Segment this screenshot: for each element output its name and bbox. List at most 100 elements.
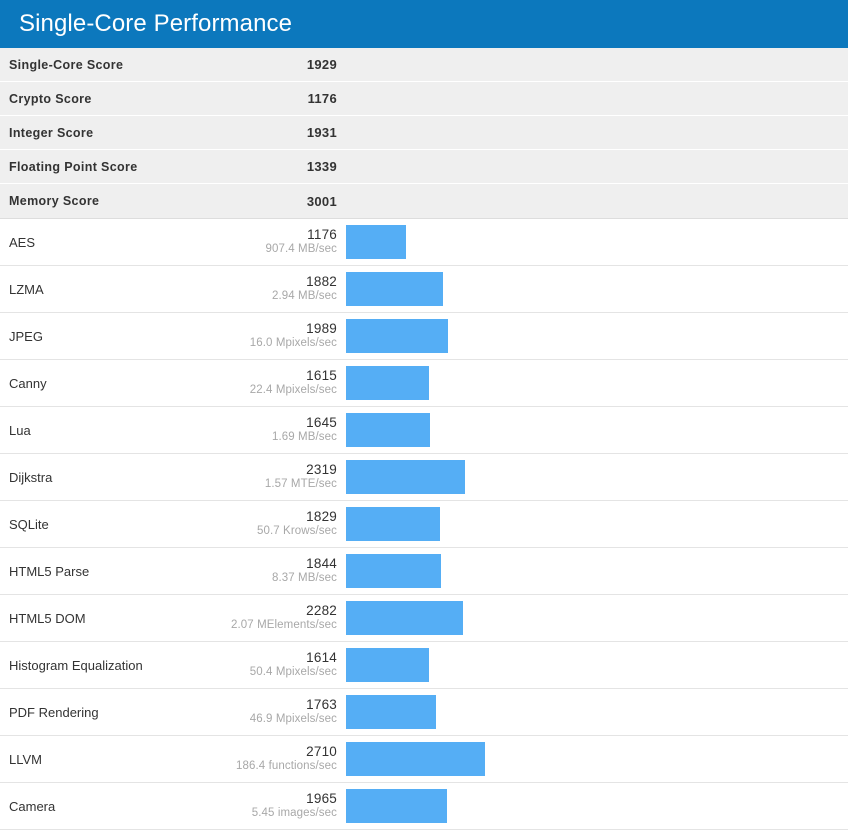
benchmark-score: 1829 (306, 509, 337, 525)
summary-row-value: 3001 (306, 193, 337, 209)
benchmark-rate: 8.37 MB/sec (271, 572, 337, 585)
benchmark-metrics: 2319 1.57 MTE/sec (200, 462, 339, 491)
page-title: Single-Core Performance (19, 10, 293, 37)
benchmark-row: SQLite 1829 50.7 Krows/sec (0, 501, 848, 548)
benchmark-metrics: 1844 8.37 MB/sec (200, 556, 339, 585)
benchmark-rate: 907.4 MB/sec (265, 243, 337, 256)
benchmark-metrics: 1176 907.4 MB/sec (200, 227, 339, 256)
benchmark-bar-cell (339, 736, 848, 782)
benchmark-name: Histogram Equalization (9, 657, 143, 673)
benchmark-name: SQLite (9, 516, 49, 532)
summary-scores-section: Single-Core Score 1929 Crypto Score 1176 Int… (0, 48, 848, 219)
benchmark-rate: 50.7 Krows/sec (256, 525, 337, 538)
benchmark-name: LZMA (9, 281, 44, 297)
benchmark-bar (346, 507, 440, 541)
benchmark-row: LLVM 2710 186.4 functions/sec (0, 736, 848, 783)
summary-row: Integer Score 1931 (0, 116, 848, 150)
benchmark-name: Canny (9, 375, 47, 391)
benchmark-score: 1645 (306, 415, 337, 431)
benchmark-bar-cell (339, 360, 848, 406)
summary-row-value: 1931 (306, 125, 337, 140)
benchmark-rate: 1.69 MB/sec (271, 431, 337, 444)
benchmark-metrics: 1614 50.4 Mpixels/sec (200, 650, 339, 679)
benchmark-bar-cell (339, 548, 848, 594)
benchmark-row: HTML5 DOM 2282 2.07 MElements/sec (0, 595, 848, 642)
benchmark-metrics: 1615 22.4 Mpixels/sec (200, 368, 339, 397)
benchmark-metrics: 1763 46.9 Mpixels/sec (200, 697, 339, 726)
benchmark-score: 1965 (306, 791, 337, 807)
benchmark-score: 1844 (306, 556, 337, 572)
benchmark-bar (346, 366, 429, 400)
benchmark-row: Canny 1615 22.4 Mpixels/sec (0, 360, 848, 407)
benchmark-bar (346, 554, 441, 588)
benchmark-bar-cell (339, 689, 848, 735)
benchmark-bar (346, 601, 464, 635)
benchmark-name: Camera (9, 798, 56, 814)
single-core-performance-panel: Single-Core Performance Single-Core Scor… (0, 0, 848, 836)
benchmark-score: 2319 (306, 462, 337, 478)
benchmark-score: 1176 (307, 227, 337, 243)
benchmark-metrics: 2710 186.4 functions/sec (200, 744, 339, 773)
benchmark-name: HTML5 Parse (9, 563, 90, 579)
benchmark-bar (346, 695, 437, 729)
benchmark-score: 1989 (306, 321, 337, 337)
panel-header: Single-Core Performance (0, 0, 848, 48)
benchmark-score: 1614 (306, 650, 337, 666)
benchmark-bar-cell (339, 783, 848, 829)
benchmark-name: Lua (9, 422, 31, 438)
benchmark-rate: 22.4 Mpixels/sec (249, 384, 337, 397)
benchmark-bar (346, 225, 407, 259)
benchmark-row: Histogram Equalization 1614 50.4 Mpixels/s… (0, 642, 848, 689)
summary-row: Memory Score 3001 (0, 184, 848, 218)
benchmark-row: AES 1176 907.4 MB/sec (0, 219, 848, 266)
summary-row-value: 1176 (307, 91, 337, 106)
summary-row-label: Crypto Score (9, 91, 92, 106)
benchmark-row: Lua 1645 1.69 MB/sec (0, 407, 848, 454)
summary-row-label: Integer Score (9, 125, 94, 140)
benchmark-bar (346, 460, 465, 494)
benchmark-bar (346, 272, 443, 306)
benchmark-row: PDF Rendering 1763 46.9 Mpixels/sec (0, 689, 848, 736)
benchmark-metrics: 2282 2.07 MElements/sec (200, 603, 339, 632)
benchmark-score: 1763 (306, 697, 337, 713)
summary-row: Crypto Score 1176 (0, 82, 848, 116)
benchmark-metrics: 1989 16.0 Mpixels/sec (200, 321, 339, 350)
benchmark-name: JPEG (9, 328, 43, 344)
benchmark-metrics: 1829 50.7 Krows/sec (200, 509, 339, 538)
benchmark-rate: 186.4 functions/sec (236, 760, 337, 773)
benchmark-score: 2282 (306, 603, 337, 619)
benchmark-score: 2710 (306, 744, 337, 760)
benchmark-rate: 50.4 Mpixels/sec (249, 666, 337, 679)
benchmark-bar (346, 319, 448, 353)
benchmark-score: 1615 (306, 368, 337, 384)
benchmark-name: AES (9, 234, 36, 250)
summary-row-label: Floating Point Score (9, 159, 138, 174)
benchmark-bar-cell (339, 642, 848, 688)
benchmark-row: JPEG 1989 16.0 Mpixels/sec (0, 313, 848, 360)
summary-row-value: 1929 (306, 57, 337, 72)
summary-row-label: Memory Score (9, 194, 100, 208)
benchmark-row: Dijkstra 2319 1.57 MTE/sec (0, 454, 848, 501)
benchmark-metrics: 1882 2.94 MB/sec (200, 274, 339, 303)
summary-row-label: Single-Core Score (9, 57, 124, 72)
benchmark-bar (346, 648, 429, 682)
benchmark-rate: 5.45 images/sec (251, 807, 337, 820)
benchmark-row: Camera 1965 5.45 images/sec (0, 783, 848, 830)
benchmark-metrics: 1965 5.45 images/sec (200, 791, 339, 820)
benchmark-bar (346, 413, 431, 447)
benchmark-name: HTML5 DOM (9, 610, 86, 626)
benchmark-metrics: 1645 1.69 MB/sec (200, 415, 339, 444)
benchmark-bar-cell (339, 595, 848, 641)
benchmark-rate: 1.57 MTE/sec (264, 478, 337, 491)
benchmark-bar-cell (339, 501, 848, 547)
benchmark-bar-cell (339, 266, 848, 312)
benchmark-row: HTML5 Parse 1844 8.37 MB/sec (0, 548, 848, 595)
benchmark-row: LZMA 1882 2.94 MB/sec (0, 266, 848, 313)
benchmark-bar-cell (339, 407, 848, 453)
benchmark-bar (346, 789, 447, 823)
summary-row-value: 1339 (306, 159, 337, 174)
benchmark-name: PDF Rendering (9, 704, 99, 720)
benchmark-bar-cell (339, 313, 848, 359)
benchmark-bar (346, 742, 485, 776)
benchmark-rate: 2.94 MB/sec (271, 290, 337, 303)
